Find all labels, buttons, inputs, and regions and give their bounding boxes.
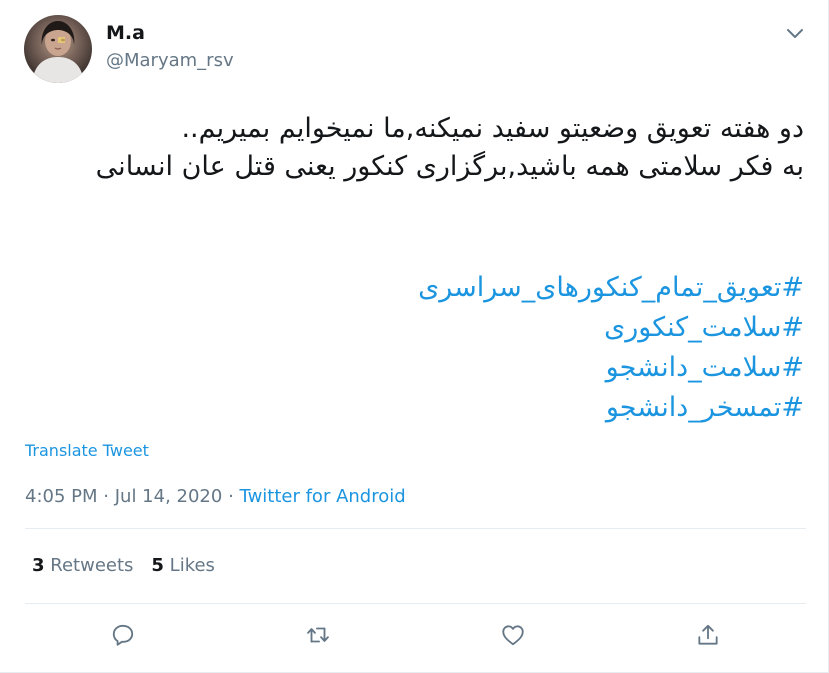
retweets-label: Retweets	[50, 555, 134, 576]
divider	[25, 528, 806, 529]
chevron-down-icon[interactable]	[784, 22, 806, 44]
meta-separator: ·	[103, 486, 109, 507]
divider	[25, 603, 806, 604]
tweet-time[interactable]: 4:05 PM	[25, 486, 98, 507]
retweets-count: 3	[32, 555, 45, 576]
tweet-source-link[interactable]: Twitter for Android	[240, 486, 406, 507]
author-username[interactable]: @Maryam_rsv	[106, 49, 234, 73]
hashtag-list: #تعویق_تمام_کنکورهای_سراسری #سلامت_کنکور…	[14, 268, 804, 428]
tweet-date[interactable]: Jul 14, 2020	[115, 486, 223, 507]
author-display-name[interactable]: M.a	[106, 21, 145, 45]
hashtag-link[interactable]: #سلامت_کنکوری	[14, 308, 804, 348]
heart-icon[interactable]	[498, 620, 528, 650]
tweet-stats: 3 Retweets 5 Likes	[32, 553, 215, 579]
share-icon[interactable]	[693, 620, 723, 650]
avatar[interactable]	[24, 15, 92, 83]
tweet-metadata: 4:05 PM · Jul 14, 2020 · Twitter for And…	[25, 484, 406, 510]
retweets-stat[interactable]: 3 Retweets	[32, 555, 133, 576]
tweet-text: دو هفته تعویق وضعیتو سفید نمیکنه,ما نمیخ…	[95, 113, 804, 182]
translate-tweet-link[interactable]: Translate Tweet	[25, 440, 149, 462]
likes-count: 5	[151, 555, 164, 576]
meta-separator: ·	[228, 486, 234, 507]
retweet-icon[interactable]	[303, 620, 333, 650]
avatar-photo	[32, 21, 84, 83]
hashtag-link[interactable]: #سلامت_دانشجو	[14, 348, 804, 388]
hashtag-link[interactable]: #تعویق_تمام_کنکورهای_سراسری	[14, 268, 804, 308]
likes-stat[interactable]: 5 Likes	[151, 555, 215, 576]
tweet-card: M.a @Maryam_rsv دو هفته تعویق وضعیتو سفی…	[0, 0, 829, 673]
likes-label: Likes	[169, 555, 215, 576]
hashtag-link[interactable]: #تمسخر_دانشجو	[14, 388, 804, 428]
reply-icon[interactable]	[108, 620, 138, 650]
